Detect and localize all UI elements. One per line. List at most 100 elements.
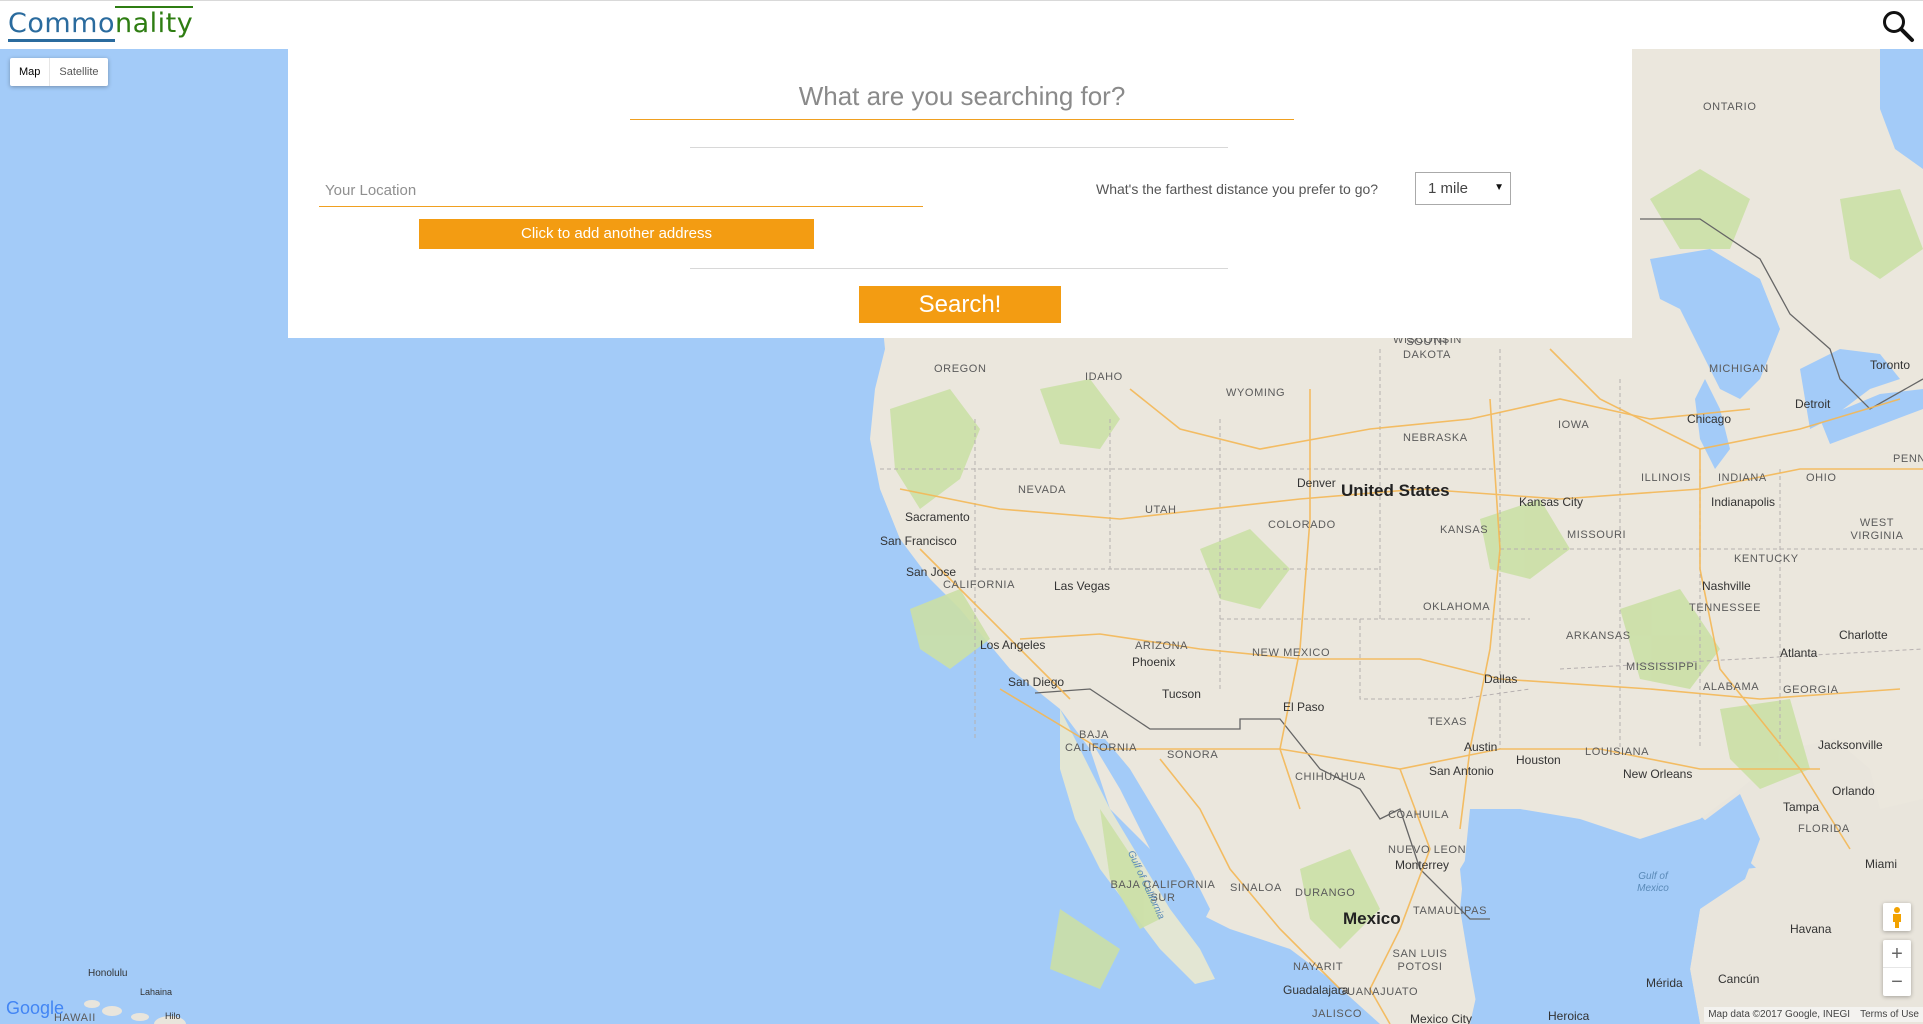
map-label-city: Honolulu (88, 968, 128, 979)
map-label-city: Tucson (1162, 687, 1201, 701)
map-label-state: ONTARIO (1703, 101, 1757, 113)
map-label-state: COAHUILA (1388, 809, 1450, 821)
logo[interactable]: Commonality (8, 6, 194, 42)
map-label-city: Phoenix (1132, 655, 1176, 669)
map-label-city: Tampa (1783, 800, 1820, 814)
map-label-state: JALISCO (1312, 1008, 1363, 1020)
search-icon[interactable] (1881, 9, 1915, 43)
map-label-state: ALABAMA (1703, 681, 1760, 693)
map-label-city: Nashville (1702, 579, 1751, 593)
terms-of-use-link[interactable]: Terms of Use (1860, 1007, 1919, 1022)
distance-value: 1 mile (1428, 180, 1469, 197)
zoom-in-button[interactable]: + (1883, 940, 1911, 968)
map-label-state: IOWA (1558, 419, 1590, 431)
map-label-city: San Antonio (1429, 764, 1494, 778)
map-type-map-button[interactable]: Map (10, 58, 51, 86)
map-label-state: OREGON (934, 363, 987, 375)
map-label-city: Mexico City (1410, 1012, 1473, 1024)
map-label-text: SOUTH DAKOTA (1402, 336, 1451, 361)
map-label-state: NEVADA (1018, 484, 1067, 496)
map-label-state: TEXAS (1428, 716, 1468, 728)
map-label-state: NAYARIT (1293, 961, 1344, 973)
search-button[interactable]: Search! (859, 286, 1061, 323)
map-label-state: SONORA (1167, 749, 1219, 761)
map-label-state: WEST VIRGINIA (1848, 517, 1906, 543)
map-label-state: SAN LUIS POTOSI (1390, 948, 1450, 974)
map-label-city: Dallas (1484, 672, 1518, 686)
map-label-state: KENTUCKY (1734, 553, 1799, 565)
map-label-state: MISSOURI (1567, 529, 1627, 541)
map-label-city: Chicago (1687, 412, 1732, 426)
map-label-state: OKLAHOMA (1423, 601, 1491, 613)
map-label-state: PENN (1893, 453, 1923, 465)
zoom-control: + − (1883, 940, 1911, 996)
logo-part-b: nality (115, 6, 194, 39)
map-type-satellite-button[interactable]: Satellite (50, 58, 107, 86)
map-label-text: WEST VIRGINIA (1850, 517, 1904, 542)
map-label-state: OHIO (1806, 472, 1837, 484)
map-label-state: CHIHUAHUA (1295, 771, 1366, 783)
map-label-city: Lahaina (140, 987, 173, 997)
map-label-city: Detroit (1795, 397, 1831, 411)
map-label-city: Hilo (165, 1011, 181, 1021)
map-label-state: IDAHO (1085, 371, 1123, 383)
map-label-city: Atlanta (1780, 646, 1818, 660)
map-label-state: ARIZONA (1135, 640, 1189, 652)
map-label-state: MICHIGAN (1709, 363, 1769, 375)
map-label-state: LOUISIANA (1585, 746, 1650, 758)
map-data-text: Map data ©2017 Google, INEGI (1708, 1009, 1851, 1020)
map-label-state: WYOMING (1226, 387, 1286, 399)
map-label-city: Houston (1516, 753, 1561, 767)
map-label-city: Denver (1297, 476, 1336, 490)
map-label-city: Austin (1464, 740, 1498, 754)
header: Commonality (0, 0, 1923, 49)
map-label-text: Gulf of Mexico (1637, 871, 1669, 894)
map-label-state: ARKANSAS (1566, 630, 1631, 642)
map-label-city: San Francisco (880, 534, 957, 548)
map-label-state: SOUTH DAKOTA (1397, 336, 1457, 362)
map-label-text: SAN LUIS POTOSI (1392, 948, 1448, 973)
map-label-city: Kansas City (1519, 495, 1584, 509)
map-label-state: TAMAULIPAS (1413, 905, 1488, 917)
map-label-city: El Paso (1283, 700, 1325, 714)
map-type-control: Map Satellite (10, 58, 108, 86)
map-label-country: Mexico (1343, 909, 1401, 928)
zoom-out-button[interactable]: − (1883, 968, 1911, 996)
map-label-city: Charlotte (1839, 628, 1888, 642)
map-label-state: BAJA CALIFORNIA (1065, 729, 1136, 755)
map-label-water: Gulf of Mexico (1633, 871, 1673, 895)
map-label-city: Indianapolis (1711, 495, 1776, 509)
main-search-input[interactable] (630, 73, 1294, 120)
location-input[interactable] (319, 174, 923, 207)
pegman-icon[interactable] (1883, 903, 1911, 931)
map-label-city: Mérida (1646, 976, 1683, 990)
map-label-state: CALIFORNIA (943, 579, 1016, 591)
map-label-state: KANSAS (1440, 524, 1489, 536)
map-label-state: FLORIDA (1798, 823, 1850, 835)
map-label-city: Cancún (1718, 972, 1760, 986)
map-label-city: Heroica (1548, 1009, 1590, 1023)
map-attribution: Map data ©2017 Google, INEGI Terms of Us… (1704, 1007, 1923, 1022)
map-label-state: COLORADO (1268, 519, 1336, 531)
map-label-city: Guadalajara (1283, 983, 1349, 997)
map-label-state: TENNESSEE (1689, 602, 1762, 614)
dropdown-arrow-icon: ▼ (1494, 182, 1504, 193)
google-logo[interactable]: Google (6, 998, 64, 1019)
map-label-state: DURANGO (1295, 887, 1356, 899)
map-label-state: NUEVO LEON (1388, 844, 1467, 856)
map-label-city: Sacramento (905, 510, 970, 524)
map-label-city: San Jose (906, 565, 957, 579)
distance-question-label: What's the farthest distance you prefer … (1096, 181, 1379, 197)
map-label-state: NEW MEXICO (1252, 647, 1331, 659)
add-address-button[interactable]: Click to add another address (419, 219, 814, 249)
map-label-state: NEBRASKA (1403, 432, 1468, 444)
map-label-city: Las Vegas (1054, 579, 1111, 593)
map-label-city: Miami (1865, 857, 1897, 871)
map-label-text: BAJA CALIFORNIA SUR (1110, 879, 1216, 904)
divider (690, 268, 1228, 269)
logo-part-a: Commo (8, 8, 115, 42)
map-label-city: Toronto (1870, 358, 1911, 372)
map-label-city: Monterrey (1395, 858, 1450, 872)
distance-select[interactable]: 1 mile ▼ (1415, 172, 1511, 205)
divider (690, 147, 1228, 148)
